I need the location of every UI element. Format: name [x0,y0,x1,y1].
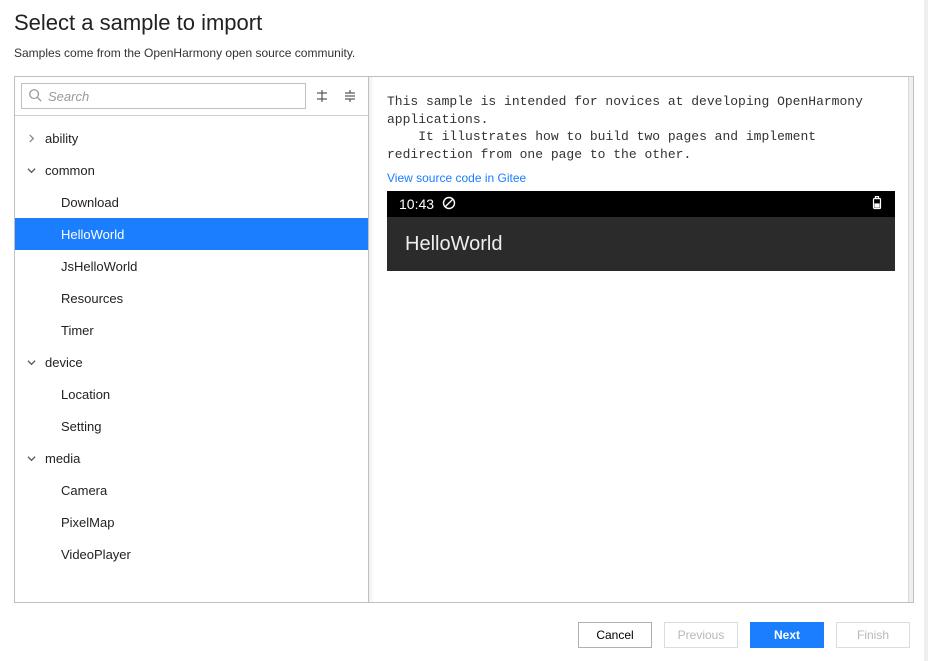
search-box[interactable] [21,83,306,109]
expand-all-button[interactable] [310,84,334,108]
dnd-icon [442,196,456,213]
tree-group[interactable]: media [15,442,368,474]
sample-tree[interactable]: ability common Download HelloWorld JsHelloWo… [15,116,368,602]
tree-leaf-label: Resources [61,291,123,306]
chevron-right-icon [25,134,37,143]
tree-leaf-label: Download [61,195,119,210]
tree-leaf[interactable]: VideoPlayer [15,538,368,570]
cancel-button[interactable]: Cancel [578,622,652,648]
tree-leaf[interactable]: HelloWorld [15,218,368,250]
chevron-down-icon [25,454,37,463]
tree-leaf[interactable]: Resources [15,282,368,314]
status-time: 10:43 [399,196,434,212]
page-title: Select a sample to import [14,10,914,36]
tree-leaf-label: JsHelloWorld [61,259,137,274]
tree-leaf[interactable]: Location [15,378,368,410]
tree-leaf-label: VideoPlayer [61,547,131,562]
search-input[interactable] [48,89,299,104]
tree-leaf-label: Camera [61,483,107,498]
tree-leaf[interactable]: Download [15,186,368,218]
tree-leaf[interactable]: Camera [15,474,368,506]
appbar-title: HelloWorld [405,233,502,256]
footer: Cancel Previous Next Finish [0,609,928,661]
window-scrollbar[interactable] [924,0,928,661]
tree-leaf-label: Timer [61,323,94,338]
chevron-down-icon [25,358,37,367]
tree-leaf-label: PixelMap [61,515,114,530]
tree-group-label: common [45,163,95,178]
finish-button: Finish [836,622,910,648]
battery-icon [871,196,883,213]
tree-leaf[interactable]: Setting [15,410,368,442]
tree-group[interactable]: common [15,154,368,186]
scrollbar[interactable] [908,77,913,602]
tree-leaf-label: HelloWorld [61,227,124,242]
sample-description: This sample is intended for novices at d… [387,93,895,163]
page-subtitle: Samples come from the OpenHarmony open s… [14,46,914,60]
sample-tree-pane: ability common Download HelloWorld JsHelloWo… [15,77,369,602]
next-button[interactable]: Next [750,622,824,648]
tree-leaf[interactable]: Timer [15,314,368,346]
sample-preview: 10:43 HelloWorld [387,191,895,586]
search-row [15,77,368,116]
tree-group-label: ability [45,131,78,146]
previous-button: Previous [664,622,738,648]
chevron-down-icon [25,166,37,175]
tree-leaf-label: Location [61,387,110,402]
tree-leaf[interactable]: PixelMap [15,506,368,538]
view-source-link[interactable]: View source code in Gitee [387,171,895,185]
phone-status-bar: 10:43 [387,191,895,217]
main-content: ability common Download HelloWorld JsHelloWo… [14,76,914,603]
detail-pane: This sample is intended for novices at d… [369,77,913,602]
collapse-all-button[interactable] [338,84,362,108]
search-icon [28,88,42,105]
tree-leaf[interactable]: JsHelloWorld [15,250,368,282]
tree-leaf-label: Setting [61,419,101,434]
tree-group[interactable]: ability [15,122,368,154]
tree-group-label: device [45,355,83,370]
tree-group-label: media [45,451,80,466]
phone-app-bar: HelloWorld [387,217,895,271]
tree-group[interactable]: device [15,346,368,378]
